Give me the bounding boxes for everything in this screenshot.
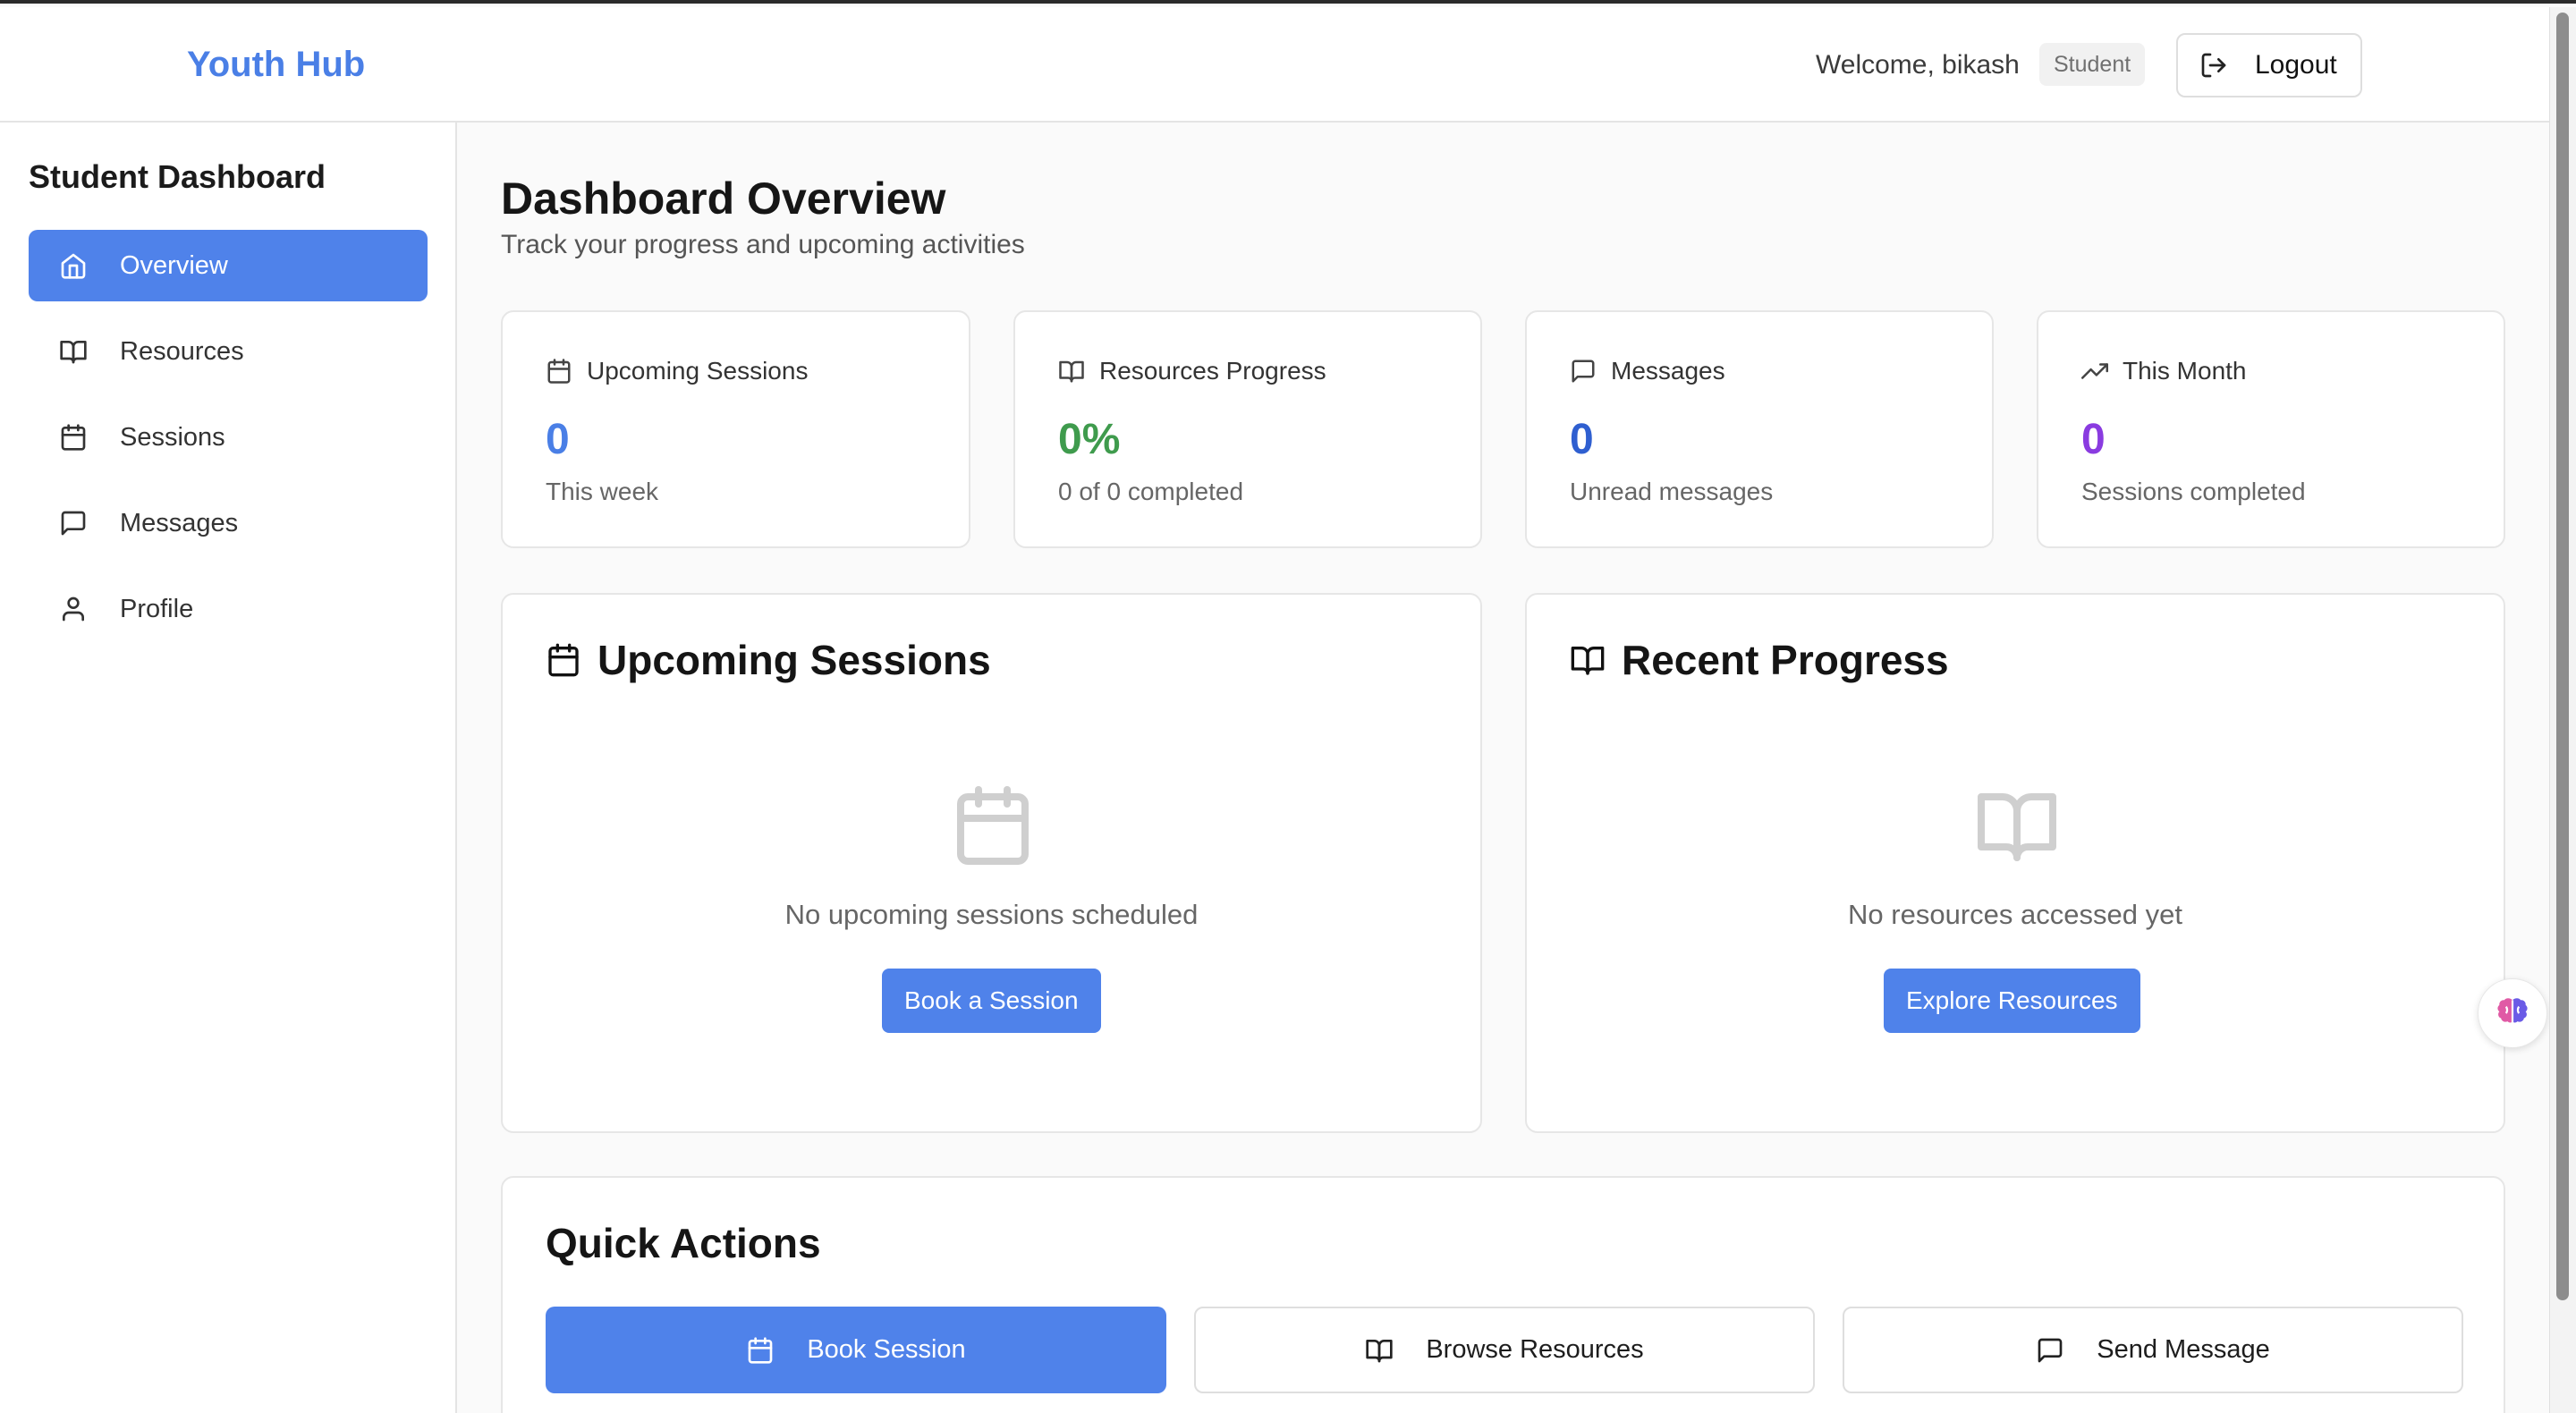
message-icon [61, 511, 86, 536]
calendar-icon [547, 359, 571, 384]
button-label: Browse Resources [1426, 1335, 1644, 1364]
stat-value: 0% [1058, 416, 1121, 463]
stat-value: 0 [2081, 416, 2106, 463]
sidebar-item-sessions[interactable]: Sessions [29, 402, 428, 473]
stat-card-this-month: This Month 0 Sessions completed [2037, 310, 2505, 548]
stat-note: This week [546, 478, 659, 505]
assistant-brain-button[interactable] [2478, 978, 2547, 1048]
sidebar-item-label: Profile [120, 594, 194, 623]
calendar-icon [548, 643, 579, 677]
sidebar-item-overview[interactable]: Overview [29, 230, 428, 301]
logout-button[interactable]: Logout [2176, 33, 2362, 97]
button-label: Book Session [807, 1335, 966, 1364]
stat-header: Upcoming Sessions [546, 357, 808, 385]
calendar-icon [61, 424, 86, 451]
upcoming-sessions-panel: Upcoming Sessions No upcoming sessions s… [501, 593, 1482, 1133]
brain-icon [2497, 998, 2528, 1025]
sidebar-title: Student Dashboard [29, 158, 326, 195]
quick-actions-panel: Quick Actions Book Session Browse Resour… [501, 1176, 2505, 1413]
page-subtitle: Track your progress and upcoming activit… [501, 230, 1025, 259]
book-icon [1571, 647, 1605, 675]
welcome-text: Welcome, bikash [1816, 50, 2020, 80]
brand-logo[interactable]: Youth Hub [187, 45, 365, 85]
browse-resources-button[interactable]: Browse Resources [1194, 1307, 1815, 1393]
role-badge: Student [2039, 43, 2146, 86]
empty-state-text: No resources accessed yet [1848, 899, 2182, 930]
button-label: Send Message [2097, 1335, 2270, 1364]
sidebar-item-label: Messages [120, 508, 239, 537]
panel-header: Recent Progress [1570, 636, 1949, 684]
sidebar-nav: Overview Resources Sessions Messages Pro… [29, 230, 428, 659]
logout-icon [2201, 53, 2226, 78]
stat-value: 0 [546, 416, 570, 463]
main-content: Dashboard Overview Track your progress a… [458, 123, 2549, 1413]
stat-value: 0 [1570, 416, 1594, 463]
book-session-button[interactable]: Book Session [546, 1307, 1166, 1393]
stat-note: 0 of 0 completed [1058, 478, 1244, 505]
book-icon [1059, 360, 1084, 383]
sidebar-item-resources[interactable]: Resources [29, 316, 428, 387]
explore-resources-button[interactable]: Explore Resources [1884, 969, 2140, 1033]
sidebar-item-messages[interactable]: Messages [29, 487, 428, 559]
sidebar: Student Dashboard Overview Resources Ses… [0, 123, 457, 1413]
send-message-button[interactable]: Send Message [1843, 1307, 2463, 1393]
home-icon [61, 253, 86, 279]
stat-label: Upcoming Sessions [587, 357, 809, 385]
book-icon [60, 341, 87, 364]
stat-label: Messages [1611, 357, 1725, 385]
stat-card-upcoming-sessions: Upcoming Sessions 0 This week [501, 310, 970, 548]
user-icon [63, 597, 84, 622]
empty-state-text: No upcoming sessions scheduled [784, 899, 1199, 930]
message-icon [1572, 360, 1595, 383]
stat-label: Resources Progress [1099, 357, 1326, 385]
stat-label: This Month [2123, 357, 2247, 385]
stat-note: Sessions completed [2081, 478, 2306, 505]
sidebar-item-profile[interactable]: Profile [29, 573, 428, 645]
sidebar-item-label: Overview [120, 250, 228, 280]
book-empty-icon [1978, 793, 2056, 861]
message-icon [2038, 1338, 2063, 1362]
panel-title: Recent Progress [1622, 637, 1949, 683]
stat-header: Resources Progress [1058, 357, 1326, 385]
stat-header: This Month [2081, 357, 2247, 385]
top-bar: Youth Hub Welcome, bikash Student Logout [0, 7, 2549, 123]
recent-progress-panel: Recent Progress No resources accessed ye… [1525, 593, 2505, 1133]
trending-up-icon [2081, 363, 2108, 379]
calendar-icon [748, 1336, 773, 1364]
logout-label: Logout [2255, 50, 2337, 80]
stat-note: Unread messages [1570, 478, 1774, 505]
sidebar-item-label: Sessions [120, 422, 225, 452]
book-a-session-button[interactable]: Book a Session [882, 969, 1101, 1033]
stat-header: Messages [1570, 357, 1725, 385]
page-title: Dashboard Overview [501, 173, 946, 224]
sidebar-item-label: Resources [120, 336, 244, 366]
stat-card-messages: Messages 0 Unread messages [1525, 310, 1994, 548]
quick-actions-title: Quick Actions [546, 1220, 821, 1266]
calendar-empty-icon [957, 786, 1029, 865]
scrollbar-thumb[interactable] [2556, 13, 2569, 1300]
app-window: Youth Hub Welcome, bikash Student Logout… [0, 0, 2576, 1413]
book-icon [1366, 1339, 1393, 1362]
stat-card-resources-progress: Resources Progress 0% 0 of 0 completed [1013, 310, 1482, 548]
panel-header: Upcoming Sessions [546, 636, 991, 684]
panel-title: Upcoming Sessions [597, 637, 991, 683]
